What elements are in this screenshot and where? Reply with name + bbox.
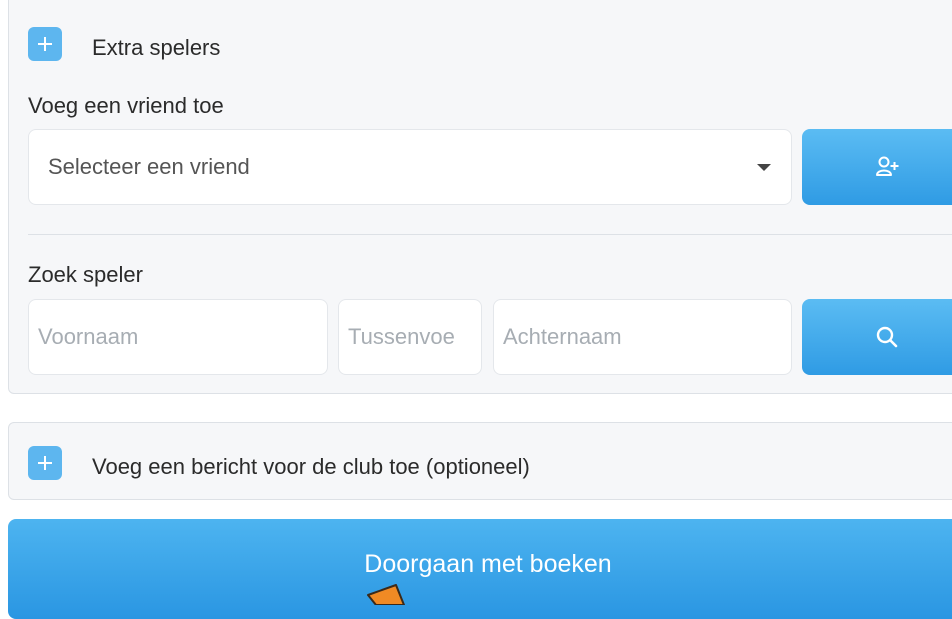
friend-select-value: Selecteer een vriend <box>48 154 250 179</box>
friend-section-label: Voeg een vriend toe <box>28 93 224 118</box>
expand-extra-players-button[interactable] <box>28 27 62 61</box>
search-player-button[interactable] <box>802 299 952 375</box>
continue-booking-button[interactable]: Doorgaan met boeken <box>8 519 952 619</box>
club-message-title: Voeg een bericht voor de club toe (optio… <box>92 454 530 479</box>
chevron-down-icon <box>757 164 771 171</box>
extra-players-title: Extra spelers <box>92 35 221 60</box>
arrow-cursor-icon <box>367 584 405 605</box>
search-section-label: Zoek speler <box>28 262 143 287</box>
plus-icon <box>38 37 52 51</box>
firstname-placeholder: Voornaam <box>38 324 139 349</box>
lastname-input[interactable]: Achternaam <box>493 299 792 375</box>
search-icon <box>876 326 898 348</box>
add-friend-button[interactable] <box>802 129 952 205</box>
infix-placeholder: Tussenvoe <box>348 324 455 349</box>
extra-players-panel: Extra spelers Voeg een vriend toe Select… <box>8 0 952 394</box>
infix-input[interactable]: Tussenvoe <box>338 299 482 375</box>
club-message-panel[interactable]: Voeg een bericht voor de club toe (optio… <box>8 422 952 500</box>
user-plus-icon <box>876 156 899 176</box>
plus-icon <box>38 456 52 470</box>
section-divider <box>28 234 952 235</box>
firstname-input[interactable]: Voornaam <box>28 299 328 375</box>
lastname-placeholder: Achternaam <box>503 324 622 349</box>
friend-select[interactable]: Selecteer een vriend <box>28 129 792 205</box>
expand-message-button[interactable] <box>28 446 62 480</box>
